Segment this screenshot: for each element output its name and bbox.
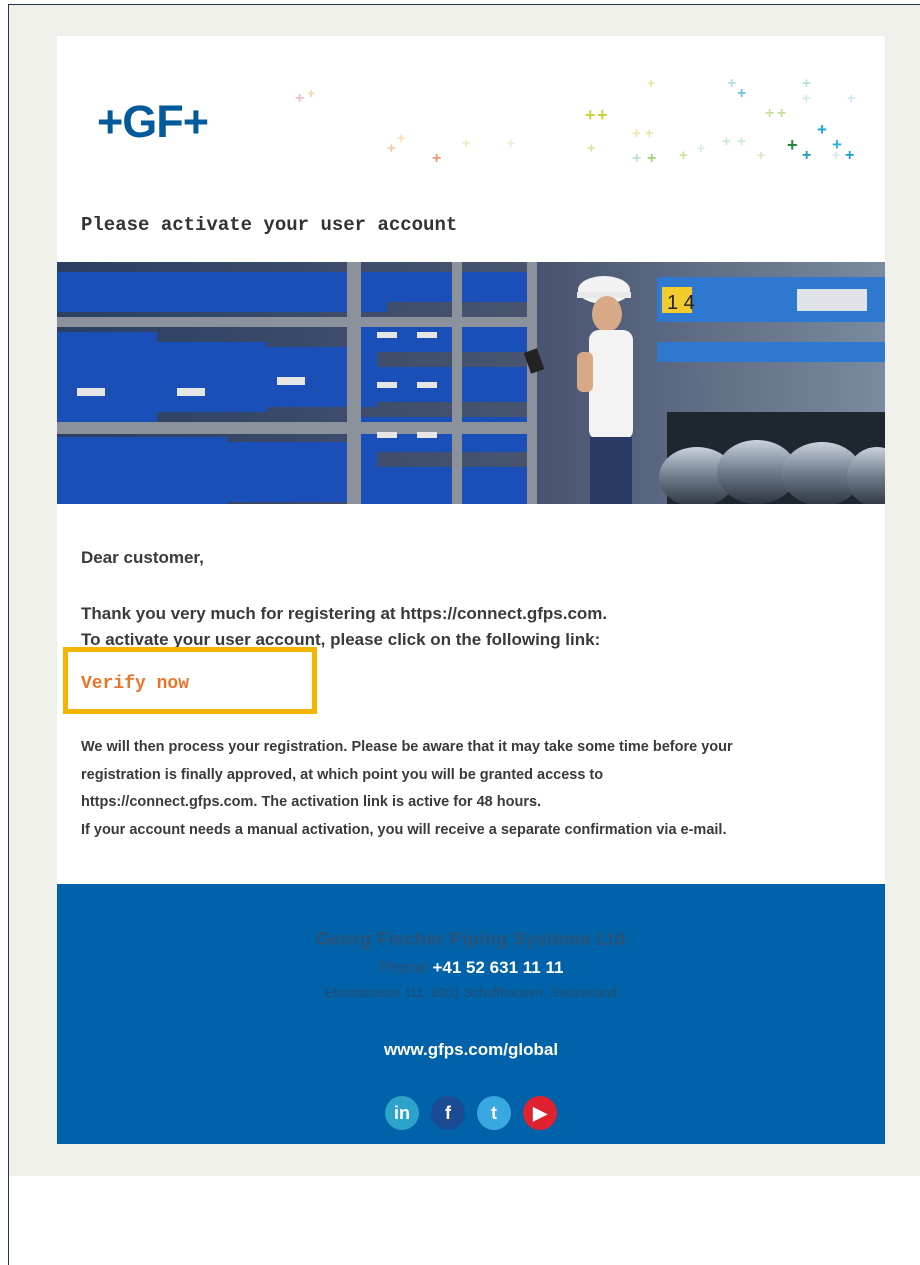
email-footer: Georg Fischer Piping Systems Ltd Phone +… [57,884,885,1144]
body-line: https://connect.gfps.com. The activation… [81,794,542,810]
decorative-plus: + [832,147,841,163]
decorative-plus: + [679,147,688,164]
decorative-plus: + [765,105,775,122]
email-card: + + + + + + + + + + + + + + + + + + + + + + + + + + + + + + + + + +GF+ P… [57,36,885,1144]
decorative-plus: + [737,133,746,150]
intro-line: Thank you very much for registering at h… [81,604,608,623]
decorative-plus: + [647,150,657,167]
decorative-plus: + [462,135,471,151]
social-links: in f t ▶ [57,1096,885,1130]
decorative-plus: + [802,90,811,106]
company-address: Ebnatstrasse 111, 8201 Schaffhausen, Swi… [324,985,618,1000]
gf-logo: +GF+ [97,96,209,147]
linkedin-icon[interactable]: in [385,1096,419,1130]
twitter-icon[interactable]: t [477,1096,511,1130]
company-name: Georg Fischer Piping Systems Ltd [315,929,627,949]
decorative-plus: + [295,90,305,107]
decorative-plus: + [737,85,747,102]
body-line: registration is finally approved, at whi… [81,766,604,783]
intro-paragraph: Thank you very much for registering at h… [81,601,861,653]
decorative-plus: + [632,125,641,142]
body-line: If your account needs a manual activatio… [81,821,727,838]
decorative-plus: + [802,75,811,92]
greeting: Dear customer, [81,548,204,567]
decorative-plus: + [845,147,855,164]
decorative-plus: + [587,140,596,157]
decorative-plus: + [397,130,406,146]
facebook-icon[interactable]: f [431,1096,465,1130]
decorative-plus: + [307,85,316,101]
decorative-plus: + [432,150,442,167]
decorative-plus: + [697,140,706,156]
decorative-plus: + [645,125,654,142]
decorative-plus: + [777,105,787,122]
decorative-plus: + [632,150,642,167]
decorative-plus: + [757,147,766,163]
body-line: We will then process your registration. … [81,739,733,755]
phone-row: Phone +41 52 631 11 11 [57,958,885,978]
decorative-plus: + [647,75,656,91]
decorative-plus: + [817,120,827,139]
decorative-plus: + [847,90,856,107]
verify-now-link[interactable]: Verify now [81,674,189,694]
phone-number[interactable]: +41 52 631 11 11 [432,958,563,977]
phone-label: Phone [378,958,428,977]
website-link[interactable]: www.gfps.com/global [57,1040,885,1060]
decorative-plus: + [722,133,731,150]
svg-text:1 4: 1 4 [667,292,695,314]
decorative-plus: + [597,105,608,125]
body-paragraph: We will then process your registration. … [81,734,871,844]
decorative-plus: + [727,75,737,92]
youtube-icon[interactable]: ▶ [523,1096,557,1130]
email-heading: Please activate your user account [81,214,458,236]
decorative-plus: + [507,135,516,151]
warehouse-hero-image: 1 4 [57,262,885,504]
decorative-plus: + [585,105,596,125]
decorative-plus: + [802,147,812,164]
decorative-plus: + [387,140,396,157]
decorative-plus: + [787,135,798,155]
